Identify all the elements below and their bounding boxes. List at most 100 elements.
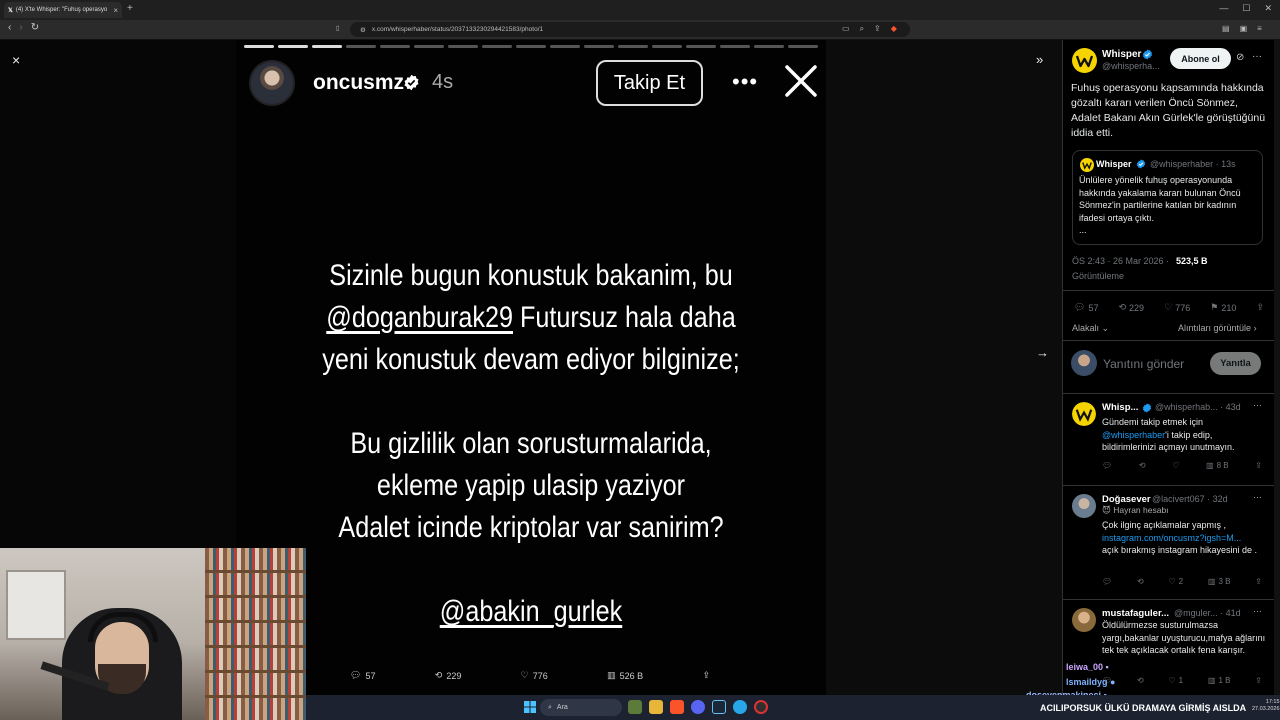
reply-item[interactable]: Whisp... @whisperhab... · 43d ··· Gündem… (1062, 394, 1274, 486)
minimize-icon[interactable]: — (1219, 3, 1228, 14)
progress-segment (686, 45, 716, 48)
new-tab-button[interactable]: + (127, 3, 133, 14)
windows-start-icon[interactable] (524, 701, 536, 713)
reply-link[interactable]: @whisperhaber (1102, 430, 1165, 440)
chart-icon: ▥ (1206, 461, 1214, 470)
views-action[interactable]: ▥ 526 B (607, 670, 643, 681)
brave-shield-icon[interactable]: ◆ (891, 24, 897, 34)
reply-author[interactable]: Whisp... (1102, 402, 1138, 413)
share-icon[interactable]: ⇪ (874, 24, 881, 34)
like-action[interactable]: ♡ 776 (521, 670, 548, 681)
steam-icon[interactable] (712, 700, 726, 714)
story-username[interactable]: oncusmz (313, 71, 404, 95)
zoom-icon[interactable]: ⌕ (860, 24, 864, 34)
sidebar-scrollbar[interactable] (1274, 40, 1280, 695)
reply-input[interactable]: Yanıtını gönder (1103, 357, 1184, 371)
repost-action[interactable]: ⟲ 229 (1119, 302, 1145, 313)
repost-icon[interactable]: ⟲ (1137, 577, 1144, 586)
whisper-logo-icon[interactable] (1072, 48, 1097, 73)
taskbar-search[interactable]: ⌕ Ara (540, 699, 622, 716)
reload-icon[interactable]: ↻ (31, 22, 39, 33)
grok-icon[interactable]: ⊘ (1236, 52, 1244, 63)
progress-segment (788, 45, 818, 48)
reply-body: Çok ilginç açıklamalar yapmış , instagram… (1102, 519, 1274, 557)
reply-icon[interactable]: 💬︎ (1102, 461, 1112, 470)
screen-icon[interactable]: ▭ (842, 24, 850, 34)
sidebar-toggle-icon[interactable]: ▤ (1222, 24, 1230, 33)
story-text-line: ekleme yapip ulasip yaziyor (283, 465, 779, 507)
url-bar[interactable]: ▯ ⚙ x.com/whisperhaber/status/2037133230… (336, 22, 910, 37)
reply-author[interactable]: Doğasever (1102, 494, 1151, 505)
maximize-icon[interactable]: ☐ (1242, 3, 1250, 14)
share-action[interactable]: ⇪ (1256, 302, 1264, 313)
view-quotes-link[interactable]: Alıntıları görüntüle › (1178, 323, 1257, 333)
user-avatar[interactable] (1071, 350, 1097, 376)
taskbar-clock[interactable]: 17:15 27.03.2026 (1252, 699, 1280, 713)
reply-more-icon[interactable]: ··· (1253, 400, 1262, 410)
story-mention[interactable]: @abakin_gurlek (440, 595, 623, 628)
upload-icon[interactable]: ⇪ (1255, 461, 1262, 470)
next-photo-icon[interactable]: → (1036, 345, 1049, 360)
bookmark-action[interactable]: ⚑ 210 (1210, 302, 1236, 313)
obs-icon[interactable] (754, 700, 768, 714)
brave-browser-icon[interactable] (670, 700, 684, 714)
reply-icon[interactable]: 💬︎ (1102, 577, 1112, 586)
reply-action[interactable]: 💬︎ 57 (350, 670, 375, 681)
reply-item[interactable]: Doğasever @lacivert067 · 32d ··· 😈︎ Hayr… (1062, 486, 1274, 600)
bookmark-icon[interactable]: ▯ (336, 24, 340, 32)
share-action[interactable]: ⇪ (702, 670, 710, 681)
upload-icon[interactable]: ⇪ (1255, 577, 1262, 586)
menu-icon[interactable]: ≡ (1257, 24, 1262, 33)
repost-action[interactable]: ⟲ 229 (435, 670, 462, 681)
taskbar-search-label: Ara (556, 704, 568, 711)
reply-link[interactable]: instagram.com/oncusmz?igsh=M... (1102, 533, 1241, 543)
dimmed-background-page (818, 40, 1062, 695)
reply-count: 57 (365, 670, 376, 681)
widgets-icon[interactable] (628, 700, 642, 714)
viewer-close-icon[interactable]: × (12, 52, 20, 68)
tweet-author[interactable]: Whisper (1102, 49, 1141, 60)
tweet-handle[interactable]: @whisperha... (1102, 61, 1160, 71)
reply-avatar[interactable] (1072, 608, 1096, 632)
story-mention[interactable]: @doganburak29 (326, 301, 513, 334)
reply-views: 1 B (1218, 676, 1231, 685)
like-action[interactable]: ♡ 776 (1164, 302, 1190, 313)
views-action[interactable]: ▥ 3 B (1208, 577, 1231, 586)
reply-more-icon[interactable]: ··· (1253, 492, 1262, 502)
story-close-icon[interactable] (782, 62, 820, 100)
browser-tab[interactable]: 𝕏 (4) X'te Whisper: "Fuhuş operasyo × (4, 2, 122, 18)
progress-segment (584, 45, 614, 48)
upload-icon[interactable]: ⇪ (1255, 676, 1262, 685)
window-close-icon[interactable]: ✕ (1264, 3, 1272, 14)
story-more-icon[interactable]: ••• (732, 69, 758, 95)
repost-icon[interactable]: ⟲ (1139, 461, 1146, 470)
related-dropdown[interactable]: Alakalı ⌄ (1072, 323, 1109, 334)
story-text-line: Adalet icinde kriptolar var sanirim? (283, 507, 779, 549)
story-avatar[interactable] (249, 60, 295, 106)
telegram-icon[interactable] (733, 700, 747, 714)
tweet-more-icon[interactable]: ··· (1252, 51, 1262, 62)
site-info-icon[interactable]: ⚙ (360, 26, 366, 34)
like-action[interactable]: ♡ 1 (1168, 676, 1183, 685)
tweet-timestamp[interactable]: ÖS 2:43 · 26 Mar 2026 · (1072, 256, 1169, 266)
reply-button[interactable]: Yanıtla (1210, 352, 1261, 375)
heart-icon[interactable]: ♡ (1172, 461, 1179, 470)
collapse-sidebar-icon[interactable]: » (1036, 52, 1043, 67)
views-action[interactable]: ▥ 1 B (1208, 676, 1231, 685)
reply-author[interactable]: mustafaguler... (1102, 608, 1169, 619)
file-explorer-icon[interactable] (649, 700, 663, 714)
stream-ticker: ACILIPORSUK ÜLKÜ DRAMAYA GİRMİŞ AISLDA (1040, 703, 1247, 713)
discord-icon[interactable] (691, 700, 705, 714)
forward-icon[interactable]: › (19, 22, 22, 33)
reply-more-icon[interactable]: ··· (1253, 606, 1262, 616)
views-action[interactable]: ▥ 8 B (1206, 461, 1229, 470)
reply-action[interactable]: 💬︎ 57 (1074, 302, 1098, 313)
tab-close-icon[interactable]: × (113, 6, 118, 15)
reply-avatar[interactable] (1072, 494, 1096, 518)
like-action[interactable]: ♡ 2 (1168, 577, 1183, 586)
back-icon[interactable]: ‹ (8, 22, 11, 33)
wallet-icon[interactable]: ▣ (1240, 24, 1248, 33)
repost-icon[interactable]: ⟲ (1137, 676, 1144, 685)
story-follow-button[interactable]: Takip Et (596, 60, 703, 106)
subscribe-button[interactable]: Abone ol (1170, 48, 1231, 69)
